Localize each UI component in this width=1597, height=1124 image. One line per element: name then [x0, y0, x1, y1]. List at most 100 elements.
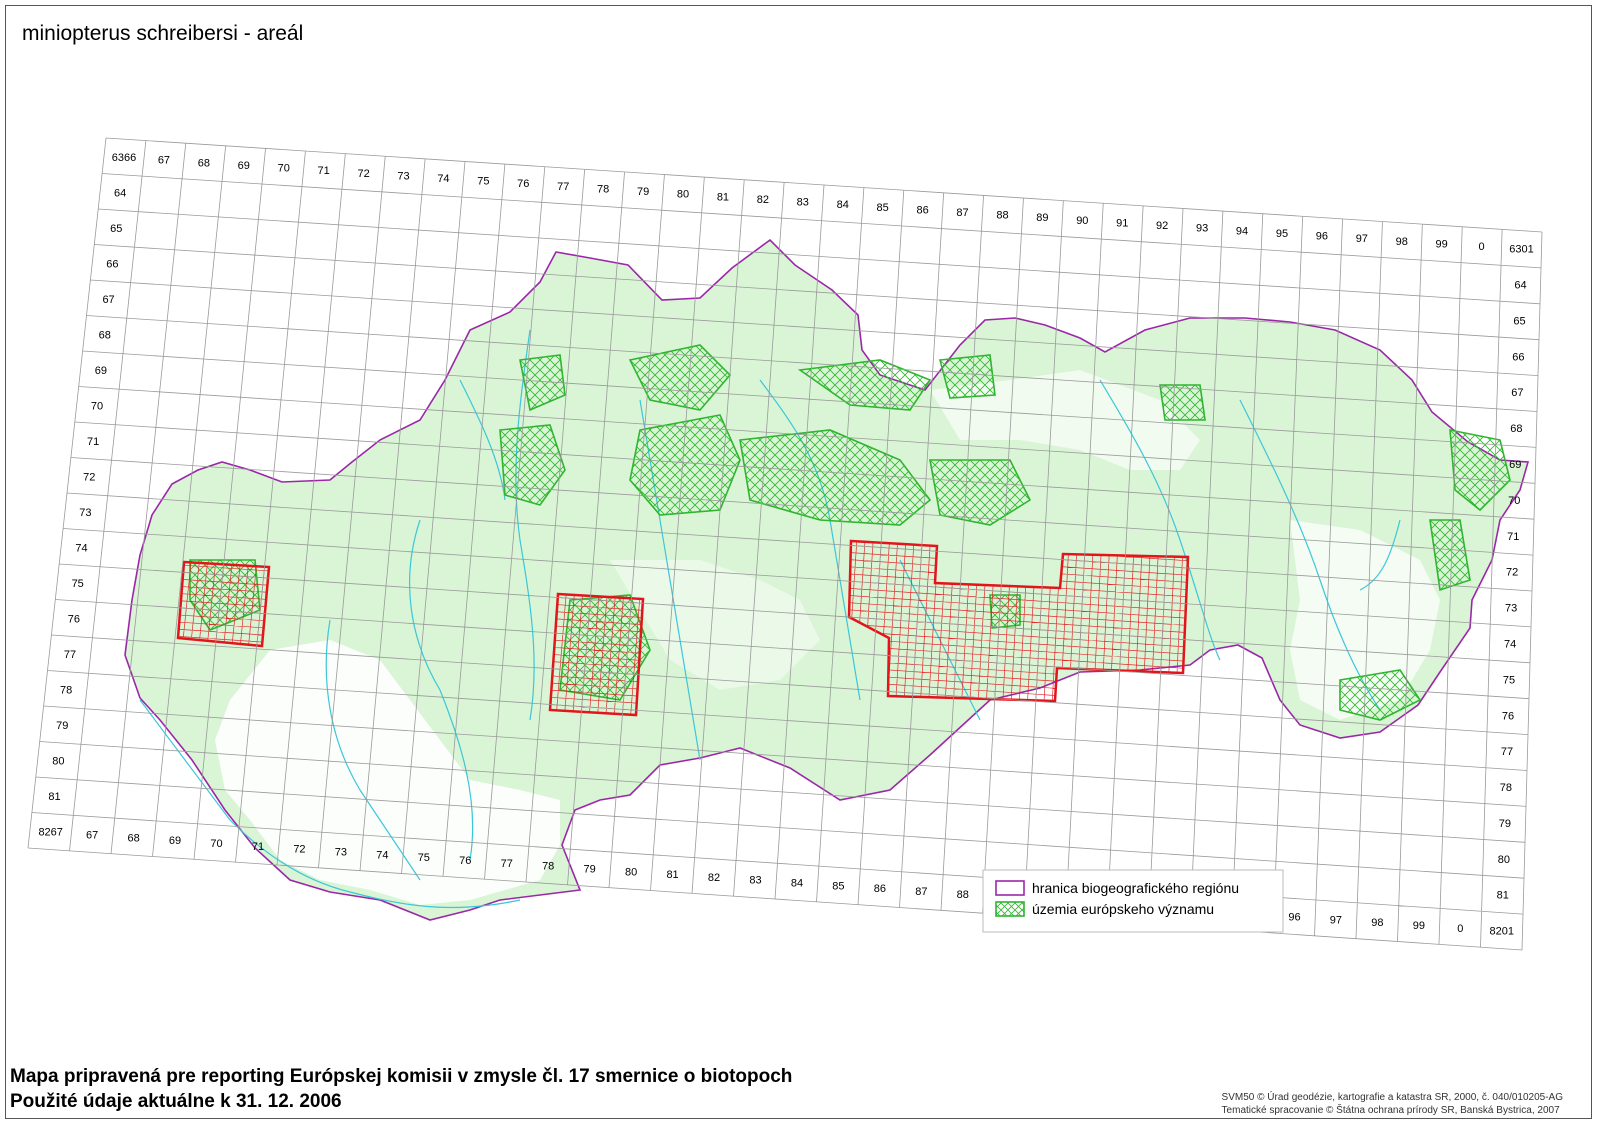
grid-label-top: 67	[158, 155, 170, 167]
grid-label-bottom: 79	[584, 863, 596, 875]
grid-label-right: 70	[1508, 495, 1520, 507]
grid-label-bottom: 97	[1330, 914, 1342, 926]
legend-swatch-border	[995, 880, 1025, 896]
grid-label-top: 92	[1156, 220, 1168, 232]
grid-label-right: 71	[1507, 531, 1519, 543]
grid-label-left: 70	[91, 401, 103, 413]
grid-label-right: 79	[1499, 818, 1511, 830]
grid-label-left: 80	[52, 756, 64, 768]
grid-label-top: 74	[437, 173, 449, 185]
grid-label-right: 65	[1513, 315, 1525, 327]
grid-label-bottom: 98	[1371, 917, 1383, 929]
grid-label-top: 82	[757, 194, 769, 206]
grid-label-top: 91	[1116, 217, 1128, 229]
grid-label-top: 6366	[112, 152, 136, 164]
grid-label-bottom: 8267	[38, 827, 62, 839]
grid-label-top: 75	[477, 176, 489, 188]
grid-label-top: 78	[597, 183, 609, 195]
grid-label-left: 72	[83, 472, 95, 484]
legend-label-border: hranica biogeografického regiónu	[1032, 880, 1239, 896]
grid-label-bottom: 72	[293, 844, 305, 856]
grid-label-right: 74	[1504, 638, 1516, 650]
grid-label-bottom: 0	[1457, 923, 1463, 935]
grid-label-top: 83	[797, 197, 809, 209]
grid-label-top: 70	[278, 163, 290, 175]
grid-label-top: 96	[1316, 231, 1328, 243]
grid-label-bottom: 77	[501, 858, 513, 870]
grid-label-bottom: 82	[708, 872, 720, 884]
credits: SVM50 © Úrad geodézie, kartografie a kat…	[1222, 1091, 1563, 1117]
grid-label-bottom: 84	[791, 878, 803, 890]
grid-label-left: 81	[48, 791, 60, 803]
grid-label-left: 67	[102, 294, 114, 306]
grid-label-top: 90	[1076, 215, 1088, 227]
grid-label-left: 78	[60, 685, 72, 697]
grid-label-right: 75	[1503, 674, 1515, 686]
grid-label-bottom: 81	[666, 869, 678, 881]
grid-label-top: 6301	[1509, 244, 1533, 256]
grid-label-left: 68	[99, 330, 111, 342]
legend-label-protected: územia európskeho významu	[1032, 901, 1214, 917]
grid-label-right: 68	[1510, 423, 1522, 435]
grid-label-left: 79	[56, 720, 68, 732]
grid-label-top: 68	[198, 157, 210, 169]
grid-label-left: 65	[110, 223, 122, 235]
grid-label-right: 81	[1497, 890, 1509, 902]
distribution-map: 6366 67 68 69 70 71 72 73 74 75 76 77 78 79 80 81 82 83 84…	[27, 137, 1543, 951]
grid-label-right: 72	[1506, 567, 1518, 579]
grid-label-right: 80	[1498, 854, 1510, 866]
grid-label-right: 69	[1509, 459, 1521, 471]
grid-label-top: 79	[637, 186, 649, 198]
grid-label-bottom: 71	[252, 841, 264, 853]
credits-line-2: Tematické spracovanie © Štátna ochrana p…	[1221, 1105, 1560, 1116]
grid-label-top: 69	[238, 160, 250, 172]
grid-label-bottom: 96	[1288, 911, 1300, 923]
grid-label-right: 78	[1500, 782, 1512, 794]
grid-label-left: 69	[95, 365, 107, 377]
grid-label-top: 0	[1479, 241, 1485, 253]
grid-label-bottom: 99	[1413, 920, 1425, 932]
grid-label-top: 95	[1276, 228, 1288, 240]
grid-label-right: 67	[1511, 387, 1523, 399]
grid-label-top: 98	[1396, 236, 1408, 248]
grid-label-top: 86	[916, 204, 928, 216]
grid-label-bottom: 76	[459, 855, 471, 867]
grid-label-top: 89	[1036, 212, 1048, 224]
grid-label-right: 73	[1505, 603, 1517, 615]
grid-label-right: 64	[1514, 280, 1526, 292]
grid-label-bottom: 88	[957, 889, 969, 901]
grid-label-top: 77	[557, 181, 569, 193]
caption: Mapa pripravená pre reporting Európskej …	[10, 1064, 792, 1114]
grid-label-left: 74	[75, 543, 87, 555]
grid-label-top: 76	[517, 178, 529, 190]
grid-label-bottom: 8201	[1490, 926, 1514, 938]
grid-label-top: 97	[1356, 233, 1368, 245]
legend: hranica biogeografického regiónu územia …	[982, 869, 1284, 933]
grid-label-top: 81	[717, 191, 729, 203]
grid-label-bottom: 69	[169, 835, 181, 847]
grid-label-left: 76	[68, 614, 80, 626]
grid-label-right: 76	[1502, 710, 1514, 722]
grid-label-bottom: 75	[418, 852, 430, 864]
grid-label-left: 64	[114, 188, 126, 200]
grid-label-top: 99	[1436, 238, 1448, 250]
grid-label-top: 84	[837, 199, 849, 211]
grid-label-bottom: 78	[542, 861, 554, 873]
grid-label-bottom: 83	[749, 875, 761, 887]
grid-label-left: 75	[72, 578, 84, 590]
grid-label-top: 93	[1196, 223, 1208, 235]
grid-label-top: 71	[318, 165, 330, 177]
grid-label-top: 80	[677, 189, 689, 201]
grid-label-left: 66	[106, 259, 118, 271]
grid-label-top: 88	[996, 210, 1008, 222]
grid-label-left: 73	[79, 507, 91, 519]
grid-label-top: 94	[1236, 225, 1248, 237]
grid-label-bottom: 70	[210, 838, 222, 850]
grid-label-left: 71	[87, 436, 99, 448]
grid-label-top: 72	[357, 168, 369, 180]
grid-label-bottom: 68	[127, 832, 139, 844]
caption-line-2: Použité údaje aktuálne k 31. 12. 2006	[10, 1091, 342, 1112]
grid-label-left: 77	[64, 649, 76, 661]
grid-label-bottom: 74	[376, 849, 388, 861]
grid-label-right: 77	[1501, 746, 1513, 758]
